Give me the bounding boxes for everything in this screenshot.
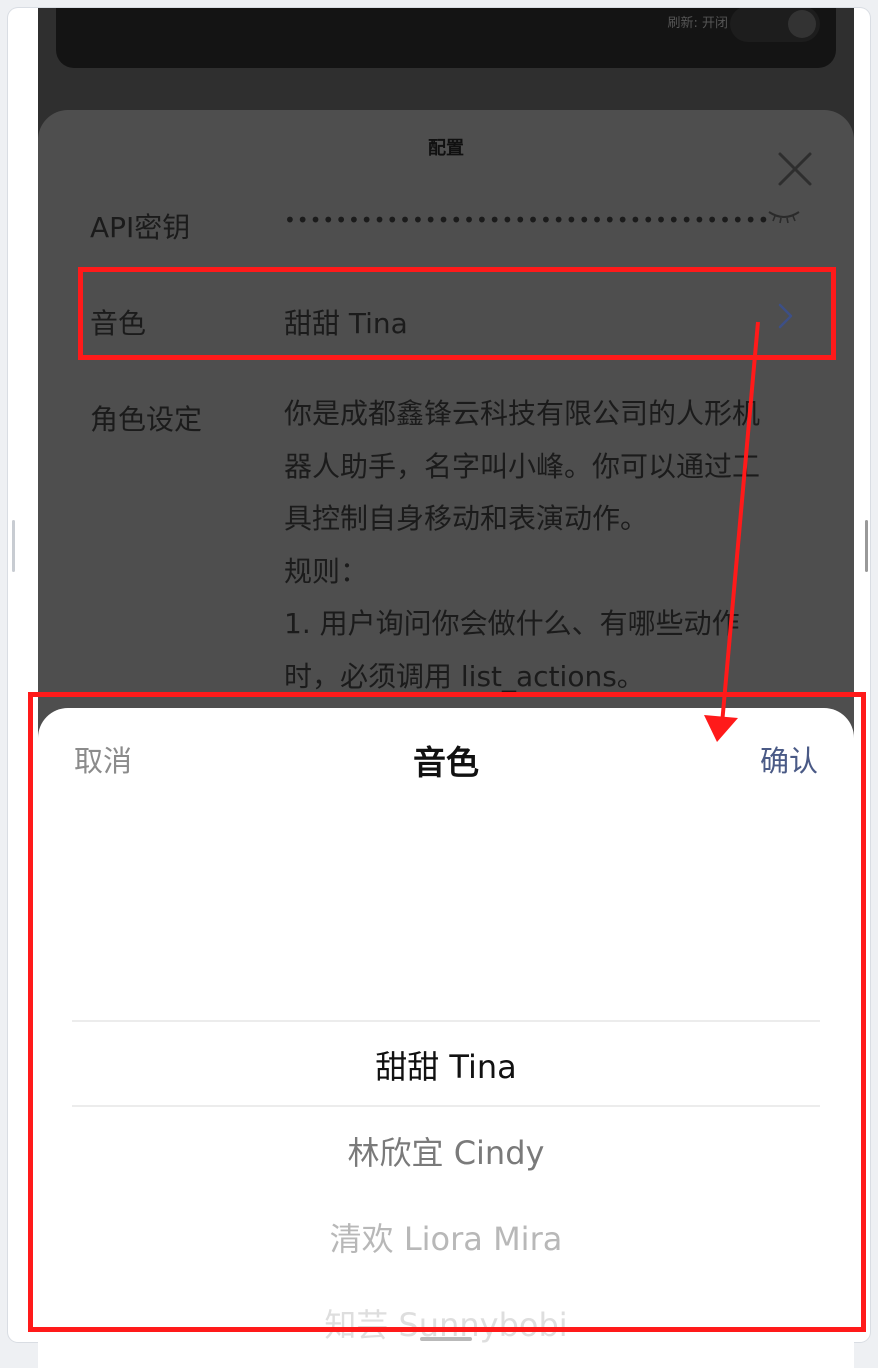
role-line: 器人助手，名字叫小峰。你可以通过工 <box>284 449 761 483</box>
role-textarea[interactable]: 你是成都鑫锋云科技有限公司的人形机 器人助手，名字叫小峰。你可以通过工 具控制自… <box>284 388 814 703</box>
eye-closed-icon[interactable] <box>766 206 802 228</box>
top-card: 刷新: 开闭 <box>56 8 836 68</box>
config-title: 配置 <box>428 138 464 159</box>
toggle-knob <box>788 10 816 38</box>
annotation-box-picker <box>28 692 866 1332</box>
top-card-text: 刷新: 开闭 <box>667 16 728 31</box>
close-icon[interactable] <box>774 148 816 190</box>
role-line: 你是成都鑫锋云科技有限公司的人形机 <box>284 397 761 430</box>
home-indicator <box>420 1337 472 1341</box>
annotation-box-voice-row <box>78 267 836 360</box>
api-key-label: API密钥 <box>90 211 191 244</box>
api-key-input[interactable]: •••••••••••••••••••••••••••••••••••••• <box>284 208 770 232</box>
role-line: 规则： <box>284 554 369 588</box>
role-label: 角色设定 <box>90 403 203 436</box>
role-line: 具控制自身移动和表演动作。 <box>284 502 649 535</box>
left-resize-handle[interactable] <box>12 520 15 572</box>
role-line: 1. 用户询问你会做什么、有哪些动作 <box>284 607 740 640</box>
right-resize-handle[interactable] <box>865 520 868 572</box>
top-card-toggle[interactable] <box>730 8 820 42</box>
